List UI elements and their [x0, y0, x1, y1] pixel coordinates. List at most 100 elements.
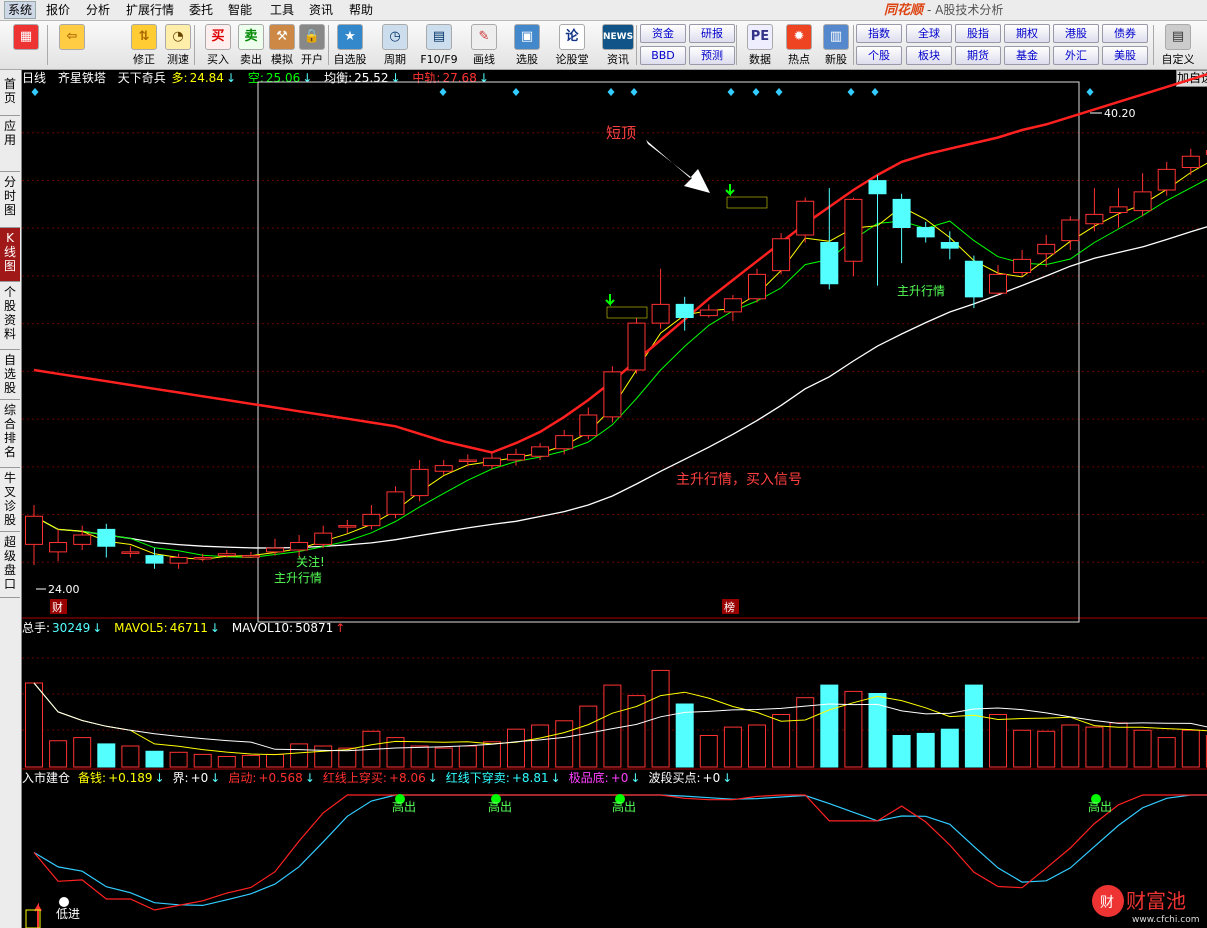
- toolbar-forum-button[interactable]: 论论股堂: [554, 23, 590, 67]
- toolbar-speed-test-button[interactable]: ◔ 测速: [160, 23, 196, 67]
- volume-bar: [603, 684, 622, 768]
- candle-body: [458, 459, 477, 462]
- menu-trade[interactable]: 委托: [189, 2, 213, 18]
- menu-help[interactable]: 帮助: [349, 2, 373, 18]
- volume-bar: [531, 724, 550, 768]
- toolbar-box-6[interactable]: 全球: [906, 24, 952, 43]
- menu-extended-quote[interactable]: 扩展行情: [126, 2, 174, 18]
- toolbar-back-arrow-button[interactable]: ⇦: [54, 23, 90, 67]
- menu-bar: 系统 报价 分析 扩展行情 委托 智能 工具 资讯 帮助: [0, 0, 1207, 21]
- watermark-url: www.cfchi.com: [1132, 915, 1199, 925]
- toolbar-box-0[interactable]: 资金: [640, 24, 686, 43]
- lower-item-value: +0: [702, 771, 721, 785]
- side-tab-ranking[interactable]: 综合排名: [0, 400, 20, 468]
- toolbar-separator: [194, 25, 195, 65]
- volume-bar: [772, 714, 791, 768]
- toolbar-box-15[interactable]: 美股: [1102, 46, 1148, 65]
- sell-label: 高出: [612, 799, 636, 814]
- toolbar-app-grid-button[interactable]: ▦: [8, 23, 44, 67]
- toolbar-up-down-arrows-button[interactable]: ⇅ 修正: [126, 23, 162, 67]
- toolbar-new-stock-button[interactable]: ▥ 新股: [818, 23, 854, 67]
- toolbar-box-3[interactable]: 预测: [689, 46, 735, 65]
- toolbar-box-5[interactable]: 个股: [856, 46, 902, 65]
- candle-body: [410, 468, 429, 497]
- menu-analysis[interactable]: 分析: [86, 2, 110, 18]
- lower-item-label: 波段买点:: [648, 771, 701, 785]
- toolbar-pencil-button[interactable]: ✎ 画线: [466, 23, 502, 67]
- toolbar-custom-button[interactable]: ▤ 自定义: [1160, 23, 1196, 67]
- candle-body: [338, 525, 357, 528]
- toolbar-pe-button[interactable]: PE 数据: [742, 23, 778, 67]
- volume-bar: [1109, 722, 1128, 768]
- toolbar-monitor-button[interactable]: ▣ 选股: [509, 23, 545, 67]
- toolbar-box-11[interactable]: 基金: [1004, 46, 1050, 65]
- down-arrow-icon: ↓: [304, 771, 315, 785]
- menu-smart[interactable]: 智能: [228, 2, 252, 18]
- side-tab-profile[interactable]: 个股资料: [0, 282, 20, 350]
- toolbar-hot-button[interactable]: ✹ 热点: [781, 23, 817, 67]
- candle-body: [748, 273, 766, 300]
- toolbar-box-14[interactable]: 债券: [1102, 24, 1148, 43]
- volume-bar: [314, 745, 333, 768]
- candle-body: [1085, 213, 1104, 225]
- signal-diamond: [630, 88, 638, 96]
- mavol10-value: 50871: [295, 621, 334, 635]
- candle-body: [1157, 168, 1176, 191]
- volume-bar: [1157, 737, 1176, 768]
- toolbar-box-4[interactable]: 指数: [856, 24, 902, 43]
- volume-bar: [555, 720, 574, 768]
- candle-body: [241, 555, 260, 558]
- bang-marker: 榜: [724, 600, 735, 614]
- toolbar-box-8[interactable]: 股指: [955, 24, 1001, 43]
- toolbar-box-2[interactable]: 研报: [689, 24, 735, 43]
- side-tab-orderbook[interactable]: 超级盘口: [0, 532, 20, 598]
- toolbar-box-9[interactable]: 期货: [955, 46, 1001, 65]
- toolbar-clock-button[interactable]: ◷ 周期: [377, 23, 413, 67]
- toolbar-box-1[interactable]: BBD: [640, 46, 686, 65]
- menu-tools[interactable]: 工具: [270, 2, 294, 18]
- signal-tag: [606, 306, 648, 319]
- volume-bar: [579, 705, 598, 768]
- app-title: 同花顺 - A股技术分析: [884, 1, 1003, 19]
- toolbar-star-folder-button[interactable]: ★ 自选股: [332, 23, 368, 67]
- volume-bar: [916, 732, 935, 768]
- toolbar-buy-button[interactable]: 买买入: [200, 23, 236, 67]
- side-tab-kline[interactable]: K线图: [0, 228, 20, 282]
- candle-body: [627, 322, 646, 371]
- toolbar-f10-button[interactable]: ▤ F10/F9: [420, 23, 458, 67]
- side-tab-home[interactable]: 首页: [0, 74, 20, 116]
- volume-bar: [121, 745, 140, 768]
- volume-bar: [892, 735, 911, 768]
- menu-info[interactable]: 资讯: [309, 2, 333, 18]
- toolbar-box-10[interactable]: 期权: [1004, 24, 1050, 43]
- candle-body: [989, 273, 1007, 294]
- candle-body: [145, 555, 164, 564]
- volume-bar: [266, 753, 284, 768]
- candle-body: [796, 200, 815, 236]
- toolbar: ▦ ⇦ ⇅ 修正 ◔ 测速买买入卖卖出 ⚒ 模拟 🔒 开户 ★ 自选股 ◷ 周期 ▤ F10/F9 ✎ 画线 ▣ 选股…: [0, 21, 1207, 70]
- chart-area[interactable]: 日线 齐星铁塔 天下奇兵 多: 24.84 ↓ 空: 25.06 ↓ 均衡: 25.52 ↓…: [22, 70, 1207, 928]
- pencil-icon: ✎: [471, 24, 497, 50]
- price-low-label: 24.00: [48, 583, 80, 596]
- volume-bar: [699, 735, 718, 768]
- volume-bar: [145, 750, 164, 768]
- side-tab-diagnosis[interactable]: 牛叉诊股: [0, 468, 20, 532]
- side-tab-watchlist[interactable]: 自选股: [0, 350, 20, 400]
- menu-quote[interactable]: 报价: [46, 2, 70, 18]
- candle-body: [772, 238, 791, 272]
- side-tab-apps[interactable]: 应用: [0, 116, 20, 172]
- menu-system[interactable]: 系统: [4, 1, 37, 19]
- side-tab-intraday[interactable]: 分时图: [0, 172, 20, 228]
- down-arrow-icon: ↓: [92, 621, 103, 635]
- toolbar-news-button[interactable]: NEWS 资讯: [600, 23, 636, 67]
- toolbar-box-13[interactable]: 外汇: [1053, 46, 1099, 65]
- main-rise-label-left: 主升行情: [274, 571, 322, 585]
- toolbar-box-7[interactable]: 板块: [906, 46, 952, 65]
- signal-diamond: [775, 88, 783, 96]
- volume-bar: [25, 682, 43, 768]
- star-folder-icon: ★: [337, 24, 363, 50]
- ma-yellow-line: [33, 162, 1207, 560]
- toolbar-label: 新股: [825, 53, 847, 66]
- toolbar-box-12[interactable]: 港股: [1053, 24, 1099, 43]
- toolbar-lock-button[interactable]: 🔒 开户: [294, 23, 330, 67]
